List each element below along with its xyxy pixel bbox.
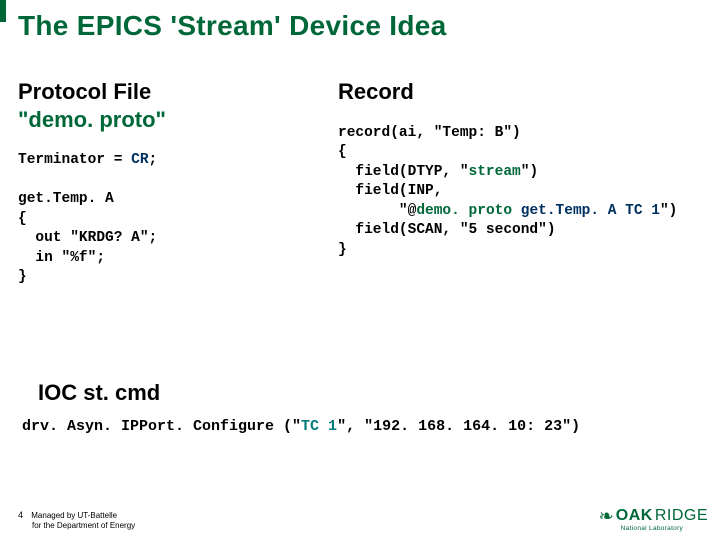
rec-l3c: ") (521, 164, 538, 180)
rec-l5a: "@ (338, 203, 416, 219)
footer: 4 Managed by UT-Battelle for the Departm… (18, 510, 135, 530)
logo-ridge: RIDGE (655, 507, 708, 524)
ioc-code-a: drv. Asyn. IPPort. Configure (" (22, 418, 301, 435)
rec-l7: } (338, 242, 347, 258)
rec-l5-port: TC 1 (625, 203, 660, 219)
ornl-logo: ❧OAKRIDGE National Laboratory (599, 506, 708, 532)
footer-line2: for the Department of Energy (32, 521, 135, 530)
proto-terminator-semi: ; (149, 152, 158, 168)
record-heading: Record (338, 78, 710, 106)
ioc-heading: IOC st. cmd (38, 380, 160, 406)
rec-l5c (512, 203, 521, 219)
ioc-code-c: ", "192. 168. 164. 10: 23") (337, 418, 580, 435)
logo-oak: OAK (616, 507, 653, 524)
protocol-file-label: Protocol File (18, 79, 151, 104)
proto-gettemp-block: get.Temp. A { out "KRDG? A"; in "%f"; } (18, 191, 157, 285)
rec-l5-func: get.Temp. A (521, 203, 617, 219)
right-column: Record record(ai, "Temp: B") { field(DTY… (338, 78, 710, 260)
footer-line1: Managed by UT-Battelle (31, 511, 117, 520)
leaf-icon: ❧ (599, 506, 614, 526)
rec-l6: field(SCAN, "5 second") (338, 222, 556, 238)
proto-terminator-val: CR (131, 152, 148, 168)
left-column: Protocol File "demo. proto" Terminator =… (18, 78, 318, 288)
rec-l3a: field(DTYP, " (338, 164, 469, 180)
slide-number: 4 (18, 510, 23, 520)
protocol-code: Terminator = CR; get.Temp. A { out "KRDG… (18, 151, 318, 288)
logo-sub: National Laboratory (621, 525, 708, 532)
ioc-code: drv. Asyn. IPPort. Configure ("TC 1", "1… (22, 418, 580, 435)
rec-l4: field(INP, (338, 183, 442, 199)
slide-title: The EPICS 'Stream' Device Idea (18, 10, 447, 42)
rec-l2: { (338, 144, 347, 160)
rec-l1: record(ai, "Temp: B") (338, 125, 521, 141)
rec-l5e (616, 203, 625, 219)
accent-bar (0, 0, 6, 22)
rec-l3-stream: stream (469, 164, 521, 180)
ioc-code-port: TC 1 (301, 418, 337, 435)
record-code: record(ai, "Temp: B") { field(DTYP, "str… (338, 124, 710, 261)
protocol-file-heading: Protocol File "demo. proto" (18, 78, 318, 133)
rec-l5g: ") (660, 203, 677, 219)
proto-terminator-key: Terminator = (18, 152, 131, 168)
rec-l5-proto: demo. proto (416, 203, 512, 219)
protocol-filename: "demo. proto" (18, 107, 166, 132)
